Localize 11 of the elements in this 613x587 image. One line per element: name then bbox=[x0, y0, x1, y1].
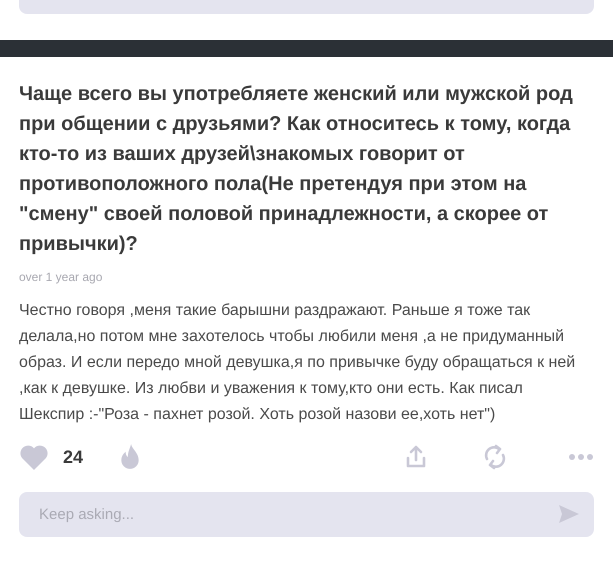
like-count: 24 bbox=[63, 446, 84, 468]
question-text: Чаще всего вы употребляете женский или мужской род при общении с друзьями? Как относитесь к тому, когда кто-то из ваших друзей\знакомых говорит от противоположного пола(Не претендуя при этом на "смену" своей половой принадлежности, а скорее от привычки)? bbox=[19, 82, 574, 257]
more-icon[interactable] bbox=[568, 453, 594, 461]
send-icon[interactable] bbox=[558, 504, 580, 524]
share-icon[interactable] bbox=[404, 444, 428, 470]
heart-icon[interactable] bbox=[19, 444, 49, 470]
reply-field[interactable]: Keep asking... bbox=[19, 492, 594, 537]
fire-icon[interactable] bbox=[119, 444, 142, 470]
repost-icon[interactable] bbox=[482, 444, 508, 470]
timestamp: over 1 year ago bbox=[19, 270, 104, 284]
answer-text: Честно говоря ,меня такие барышни раздражают. Раньше я тоже так делала,но потом мне захотелось чтобы любили меня ,а не придуманный образ. И если передо мной девушка,я по привычке буду обращаться к ней ,как к девушке. Из любви и уважения к тому,кто они есть. Как писал Шекспир :-"Роза - пахнет розой. Хоть розой назови ее,хоть нет") bbox=[19, 301, 576, 425]
